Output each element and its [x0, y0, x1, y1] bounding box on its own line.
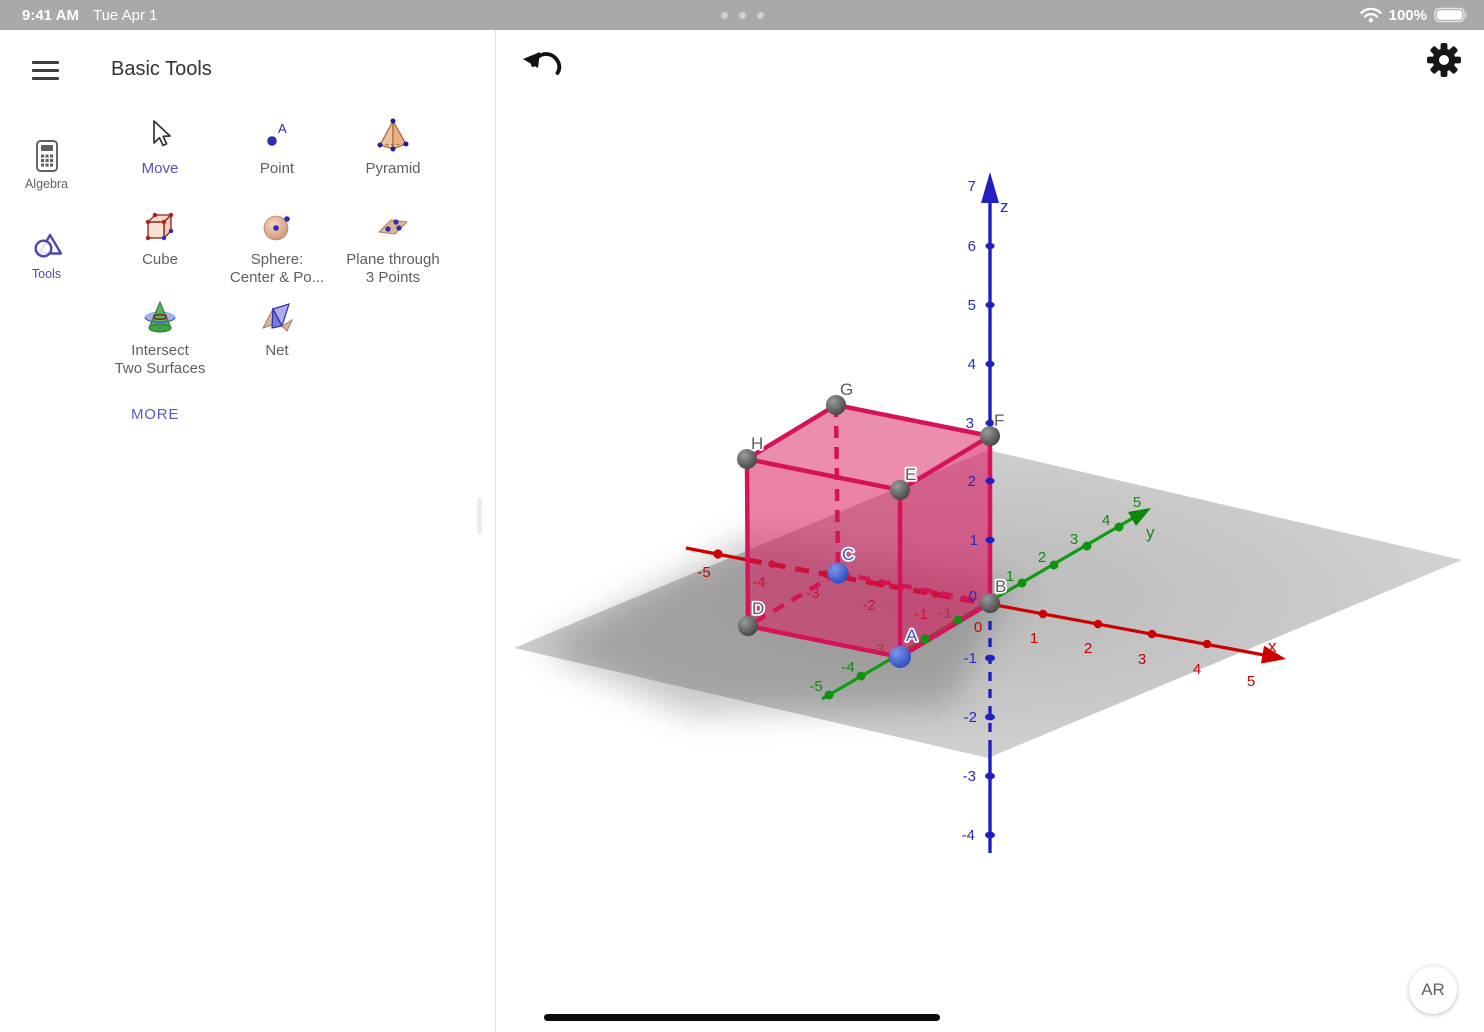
- multitasking-dots-icon: [0, 0, 1484, 30]
- tool-intersect-two-surfaces[interactable]: Intersect Two Surfaces: [100, 294, 220, 378]
- y-tick-label: 5: [1133, 494, 1141, 511]
- x-tick-label: 2: [1084, 640, 1092, 657]
- x-tick-label: 0: [974, 619, 982, 636]
- tool-move[interactable]: Move: [100, 112, 220, 178]
- tools-icon: [29, 228, 65, 264]
- ar-button-label: AR: [1421, 980, 1445, 1000]
- y-axis-label: y: [1146, 523, 1155, 542]
- z-tick-label: 1: [970, 532, 978, 549]
- cube-faces[interactable]: [747, 405, 990, 657]
- sidebar-item-algebra[interactable]: Algebra: [0, 138, 93, 191]
- geogebra-3d-app: -5 -4 -3 -2 -1 -1 -3 -4 -5 -1 -2: [0, 0, 1484, 1032]
- tool-label: Point: [260, 160, 294, 178]
- sidebar-item-label: Algebra: [25, 177, 68, 191]
- x-tick-label: 4: [1193, 661, 1201, 678]
- z-tick-label: 7: [968, 178, 976, 195]
- pyramid-icon: [373, 116, 413, 156]
- wifi-icon: [1360, 7, 1382, 23]
- cube-icon: [140, 207, 180, 247]
- nav-rail: Algebra Tools: [0, 30, 94, 1032]
- tool-label: Sphere:: [251, 251, 304, 269]
- x-tick-label: 1: [1030, 630, 1038, 647]
- y-tick-label: 3: [1070, 531, 1078, 548]
- z-tick-label: 5: [968, 297, 976, 314]
- tool-label: Move: [142, 160, 179, 178]
- tool-cube[interactable]: Cube: [100, 203, 220, 269]
- y-tick-label: -4: [841, 659, 854, 676]
- tool-label: Intersect: [131, 342, 189, 360]
- origin-label: 0: [969, 588, 977, 605]
- point-icon: A: [257, 116, 297, 156]
- tool-label: Plane through: [346, 251, 439, 269]
- gear-icon: [1423, 39, 1465, 81]
- point-label-e: E: [905, 465, 916, 484]
- z-tick-label: -2: [964, 709, 977, 726]
- x-tick-label: 5: [1247, 673, 1255, 690]
- menu-icon[interactable]: [32, 61, 59, 81]
- svg-text:A: A: [278, 121, 287, 136]
- x-axis-label: x: [1268, 637, 1277, 656]
- point-label-h: H: [751, 434, 763, 453]
- intersect-surfaces-icon: [140, 298, 180, 338]
- z-tick-label: -3: [963, 768, 976, 785]
- battery-percent: 100%: [1389, 7, 1427, 24]
- z-tick-label: 3: [966, 415, 974, 432]
- plane-3-points-icon: [373, 207, 413, 247]
- tool-label-line2: Center & Po...: [230, 269, 324, 287]
- vertex-point-a[interactable]: [889, 646, 911, 668]
- calculator-icon: [29, 138, 65, 174]
- ar-button[interactable]: AR: [1409, 966, 1457, 1014]
- z-tick-label: -4: [962, 827, 975, 844]
- battery-icon: [1434, 7, 1470, 23]
- ios-status-bar: 9:41 AM Tue Apr 1 100%: [0, 0, 1484, 30]
- tool-label: Net: [265, 342, 288, 360]
- z-axis-label: z: [1000, 197, 1009, 216]
- panel-title: Basic Tools: [111, 58, 212, 81]
- z-tick-label: -1: [964, 650, 977, 667]
- z-tick-label: 4: [968, 356, 976, 373]
- x-tick-label: 3: [1138, 651, 1146, 668]
- vertex-point-b[interactable]: [980, 593, 1000, 613]
- vertex-point-c[interactable]: [828, 563, 849, 584]
- y-tick-label: 4: [1102, 512, 1110, 529]
- point-label-b: B: [995, 577, 1006, 596]
- point-label-a: A: [906, 626, 918, 645]
- y-tick-label: 2: [1038, 549, 1046, 566]
- y-tick-label: -5: [809, 678, 822, 695]
- sidebar-item-label: Tools: [32, 267, 61, 281]
- tool-sphere[interactable]: Sphere: Center & Po...: [217, 203, 337, 287]
- sphere-icon: [257, 207, 297, 247]
- point-label-f: F: [994, 411, 1004, 430]
- tool-label: Pyramid: [365, 160, 420, 178]
- settings-button[interactable]: [1423, 39, 1465, 81]
- net-icon: [257, 298, 297, 338]
- sidebar-item-tools[interactable]: Tools: [0, 228, 93, 281]
- tool-plane-through-3-points[interactable]: Plane through 3 Points: [333, 203, 453, 287]
- z-tick-label: 6: [968, 238, 976, 255]
- y-tick-label: 1: [1006, 568, 1014, 585]
- undo-icon: [514, 40, 566, 84]
- tool-label-line2: Two Surfaces: [115, 360, 206, 378]
- x-tick-label: -5: [697, 564, 710, 581]
- move-cursor-icon: [140, 116, 180, 156]
- home-indicator[interactable]: [544, 1014, 940, 1021]
- point-label-d: D: [752, 599, 764, 618]
- panel-scrollbar[interactable]: [477, 498, 482, 534]
- tool-pyramid[interactable]: Pyramid: [333, 112, 453, 178]
- z-tick-label: 2: [968, 473, 976, 490]
- tool-point[interactable]: A Point: [217, 112, 337, 178]
- tool-net[interactable]: Net: [217, 294, 337, 360]
- point-label-g: G: [840, 380, 853, 399]
- undo-button[interactable]: [514, 40, 566, 84]
- tool-label: Cube: [142, 251, 178, 269]
- tools-panel: Basic Tools Move A Point: [93, 30, 496, 1032]
- more-tools-link[interactable]: MORE: [131, 406, 179, 423]
- tool-label-line2: 3 Points: [366, 269, 420, 287]
- vertex-point-d[interactable]: [738, 616, 758, 636]
- point-label-c: C: [842, 545, 854, 564]
